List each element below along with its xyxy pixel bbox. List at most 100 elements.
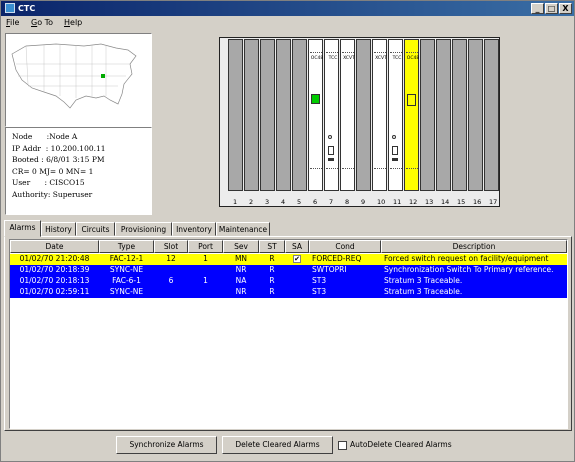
- slot-7[interactable]: TCC: [324, 39, 340, 191]
- cell-date: 01/02/70 20:18:13: [19, 276, 90, 285]
- close-button[interactable]: X: [559, 3, 572, 14]
- slot-number-17: 17: [489, 198, 498, 206]
- status-led-icon: [311, 94, 320, 104]
- card-divider: [326, 52, 338, 53]
- shelf-view: 1 2 3 4 5 OC48 6 TCC 7 XCVT 8 9 XCVT 10 TCC 11 OC48 12 13 1…: [152, 33, 572, 215]
- tab-alarms[interactable]: Alarms: [4, 220, 41, 237]
- network-map[interactable]: [5, 33, 152, 127]
- card-label-slot-6: OC48: [310, 56, 324, 61]
- sa-check-icon: ✔: [293, 255, 301, 263]
- tab-inventory[interactable]: Inventory: [172, 222, 216, 236]
- slot-number-7: 7: [329, 198, 334, 206]
- menu-help[interactable]: Help: [64, 16, 82, 30]
- cell-cond: ST3: [312, 276, 327, 285]
- col-header-type[interactable]: Type: [99, 240, 154, 253]
- col-header-description[interactable]: Description: [381, 240, 567, 253]
- col-header-date[interactable]: Date: [10, 240, 99, 253]
- card-divider: [390, 52, 402, 53]
- col-header-sev[interactable]: Sev: [223, 240, 259, 253]
- status-led-icon: [407, 94, 416, 106]
- node-name: Node :Node A: [12, 132, 78, 141]
- alarm-counts: CR= 0 MJ= 0 MN= 1: [12, 166, 94, 176]
- card-label-slot-12: OC48: [406, 56, 420, 61]
- tab-circuits[interactable]: Circuits: [76, 222, 115, 236]
- port-icon: [392, 135, 396, 139]
- cell-date: 01/02/70 02:59:11: [19, 287, 90, 296]
- menu-go-to[interactable]: Go To: [31, 16, 53, 30]
- col-header-st[interactable]: ST: [259, 240, 285, 253]
- cell-date: 01/02/70 20:18:39: [19, 265, 90, 274]
- cell-desc: Stratum 3 Traceable.: [384, 276, 463, 285]
- slot-1[interactable]: [228, 39, 244, 191]
- tab-provisioning[interactable]: Provisioning: [115, 222, 172, 236]
- card-divider: [390, 168, 402, 169]
- alarm-row[interactable]: 01/02/70 20:18:39 SYNC-NE NR R SWTOPRI Synchr…: [10, 265, 567, 276]
- tab-history[interactable]: History: [41, 222, 76, 236]
- node-marker[interactable]: [101, 74, 105, 78]
- port-icon: [392, 146, 398, 155]
- slot-14[interactable]: [436, 39, 452, 191]
- authority: Authority: Superuser: [12, 189, 93, 199]
- cell-port: [188, 287, 223, 298]
- alarm-row[interactable]: 01/02/70 21:20:48 FAC-12-1 12 1 MN R ✔ FORCED-R…: [10, 254, 567, 265]
- cell-desc: Stratum 3 Traceable.: [384, 287, 463, 296]
- alarm-row[interactable]: 01/02/70 20:18:13 FAC-6-1 6 1 NA R ST3 Stratum …: [10, 276, 567, 287]
- slot-5[interactable]: [292, 39, 308, 191]
- node-info-panel: Node :Node A IP Addr : 10.200.100.11 Boo…: [5, 127, 152, 215]
- minimize-button[interactable]: _: [531, 3, 544, 14]
- slot-8[interactable]: XCVT: [340, 39, 356, 191]
- alarm-row[interactable]: 01/02/70 02:59:11 SYNC-NE NR R ST3 Stratum 3 …: [10, 287, 567, 298]
- slot-number-6: 6: [313, 198, 318, 206]
- slot-9[interactable]: [356, 39, 372, 191]
- card-label-slot-11: TCC: [392, 56, 402, 61]
- card-divider: [342, 52, 354, 53]
- ip-address: IP Addr : 10.200.100.11: [12, 143, 106, 153]
- card-divider: [310, 168, 322, 169]
- slot-4[interactable]: [276, 39, 292, 191]
- cell-st: R: [269, 287, 275, 296]
- tab-maintenance[interactable]: Maintenance: [216, 222, 270, 236]
- maximize-button[interactable]: □: [545, 3, 558, 14]
- slot-16[interactable]: [468, 39, 484, 191]
- cell-slot: 6: [168, 276, 174, 285]
- cell-sa: ✔: [285, 254, 309, 265]
- node-shelf: 1 2 3 4 5 OC48 6 TCC 7 XCVT 8 9 XCVT 10 TCC 11 OC48 12 13 1…: [219, 37, 500, 207]
- slot-12[interactable]: OC48: [404, 39, 419, 191]
- slot-number-12: 12: [409, 198, 418, 206]
- slot-2[interactable]: [244, 39, 260, 191]
- card-divider: [374, 52, 386, 53]
- col-header-slot[interactable]: Slot: [154, 240, 188, 253]
- autodelete-checkbox[interactable]: [338, 441, 347, 450]
- cell-sev: MN: [234, 254, 248, 263]
- port-icon: [328, 135, 332, 139]
- title-bar: CTC _ □ X: [1, 1, 574, 16]
- synchronize-alarms-button[interactable]: Synchronize Alarms: [116, 436, 217, 454]
- menu-bar: File Go To Help: [1, 16, 574, 30]
- slot-17[interactable]: [484, 39, 500, 191]
- slot-number-13: 13: [425, 198, 434, 206]
- col-header-sa[interactable]: SA: [285, 240, 309, 253]
- slot-number-4: 4: [281, 198, 286, 206]
- slot-13[interactable]: [420, 39, 436, 191]
- menu-file[interactable]: File: [6, 16, 19, 30]
- port-icon: [328, 146, 334, 155]
- slot-number-9: 9: [361, 198, 366, 206]
- cell-desc: Synchronization Switch To Primary refere…: [384, 265, 554, 274]
- cell-st: R: [269, 265, 275, 274]
- delete-cleared-alarms-button[interactable]: Delete Cleared Alarms: [222, 436, 333, 454]
- cell-desc: Forced switch request on facility/equipm…: [384, 254, 549, 263]
- card-divider: [326, 168, 338, 169]
- card-divider: [374, 168, 386, 169]
- cell-port: 1: [203, 276, 208, 285]
- cell-st: R: [269, 276, 275, 285]
- col-header-cond[interactable]: Cond: [309, 240, 381, 253]
- slot-3[interactable]: [260, 39, 276, 191]
- card-divider: [310, 52, 322, 53]
- slot-11[interactable]: TCC: [388, 39, 404, 191]
- alarm-table[interactable]: Date Type Slot Port Sev ST SA Cond Descr…: [9, 239, 568, 429]
- slot-10[interactable]: XCVT: [372, 39, 388, 191]
- cell-sev: NR: [235, 265, 247, 274]
- slot-15[interactable]: [452, 39, 468, 191]
- slot-6[interactable]: OC48: [308, 39, 323, 191]
- col-header-port[interactable]: Port: [188, 240, 223, 253]
